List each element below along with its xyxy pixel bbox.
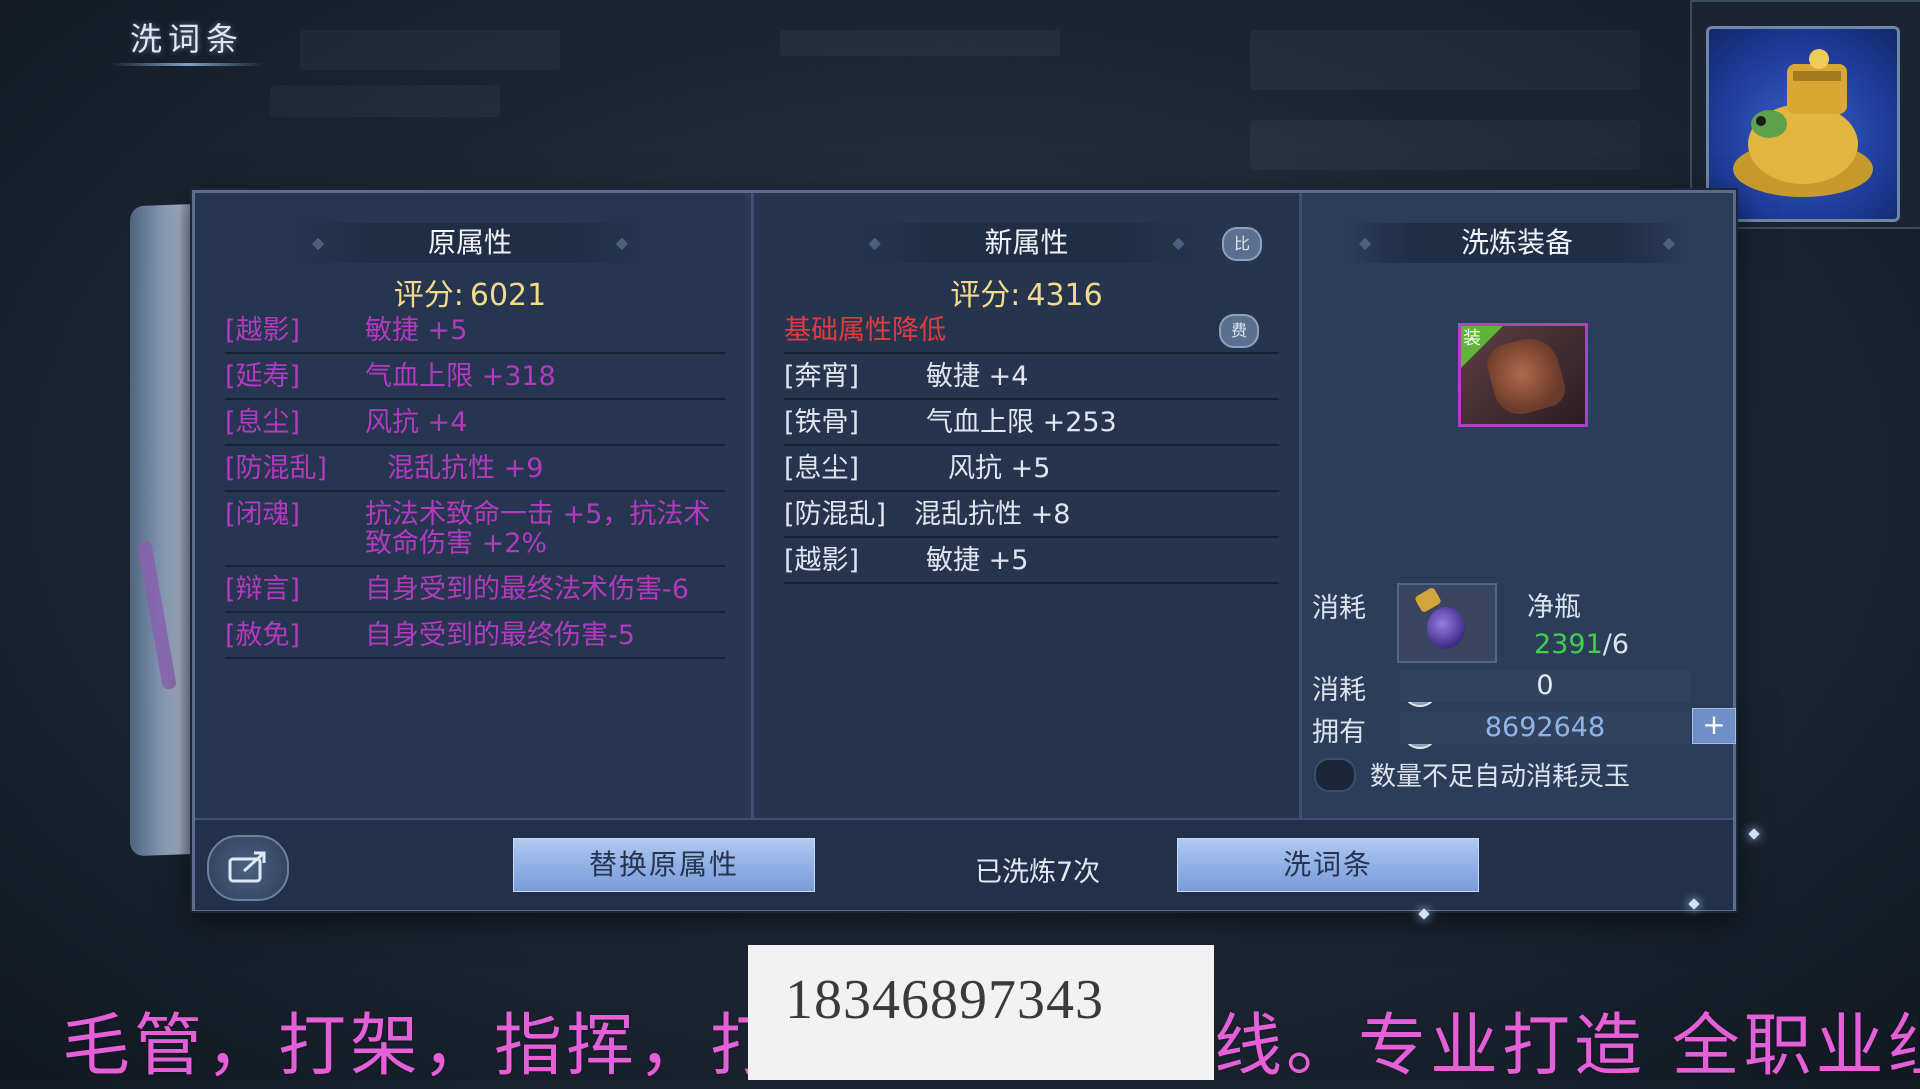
attribute-value: 混乱抗性 +9: [387, 453, 544, 484]
original-attribute-list: [越影] 敏捷 +5 [延寿] 气血上限 +318 [息尘] 风抗 +4 [防混…: [225, 308, 725, 659]
vase-icon: [1427, 607, 1465, 649]
new-attributes-column: 新属性 比 评分:4316 基础属性降低 费 [奔宵] 敏捷 +4 [铁骨] 气…: [751, 193, 1299, 818]
attribute-row: [奔宵] 敏捷 +4: [784, 354, 1279, 400]
attribute-row: [越影] 敏捷 +5: [225, 308, 725, 354]
attribute-row: [防混乱] 混乱抗性 +8: [784, 492, 1279, 538]
material-amount: 2391/6: [1534, 629, 1629, 660]
attribute-value: 混乱抗性 +8: [914, 499, 1071, 530]
auto-consume-label: 数量不足自动消耗灵玉: [1370, 762, 1631, 792]
attribute-value: 气血上限 +253: [926, 407, 1117, 438]
equipment-slot[interactable]: 装: [1458, 323, 1588, 427]
attribute-row: [辩言] 自身受到的最终法术伤害-6: [225, 567, 725, 613]
material-item[interactable]: [1397, 583, 1497, 663]
attribute-tag: [息尘]: [784, 453, 860, 484]
background-bar: [270, 85, 500, 117]
attribute-value: 风抗 +4: [365, 407, 468, 438]
currency-cost-label: 消耗: [1312, 675, 1366, 706]
wash-panel: 原属性 评分:6021 [越影] 敏捷 +5 [延寿] 气血上限 +318 [息…: [192, 190, 1736, 911]
attribute-tag: [防混乱]: [225, 453, 328, 484]
material-have: 2391: [1534, 629, 1603, 660]
add-currency-button[interactable]: +: [1692, 708, 1736, 744]
attribute-row: [闭魂] 抗法术致命一击 +5，抗法术致命伤害 +2%: [225, 492, 725, 567]
base-stat-warning: 基础属性降低: [784, 315, 946, 346]
new-attribute-list: 基础属性降低 费 [奔宵] 敏捷 +4 [铁骨] 气血上限 +253 [息尘] …: [784, 308, 1279, 584]
new-attributes-header: 新属性: [856, 223, 1197, 263]
attribute-tag: [奔宵]: [784, 361, 860, 392]
attribute-value: 敏捷 +5: [926, 545, 1029, 576]
equipment-header: 洗炼装备: [1347, 223, 1687, 263]
window-title: 洗词条: [109, 14, 265, 66]
attribute-row: [防混乱] 混乱抗性 +9: [225, 446, 725, 492]
attribute-tag: [铁骨]: [784, 407, 860, 438]
attribute-value: 气血上限 +318: [365, 361, 556, 392]
background-bar: [300, 30, 560, 70]
share-icon[interactable]: [207, 835, 289, 901]
auto-consume-toggle[interactable]: [1314, 758, 1356, 792]
replace-attributes-button[interactable]: 替换原属性: [513, 838, 815, 892]
attribute-tag: [赦免]: [225, 620, 301, 651]
attribute-tag: [辩言]: [225, 574, 301, 605]
attribute-tag: [息尘]: [225, 407, 301, 438]
attribute-value: 自身受到的最终法术伤害-6: [365, 574, 689, 605]
phone-number: 18346897343: [785, 969, 1104, 1031]
attribute-value: 敏捷 +5: [365, 315, 468, 346]
bottom-bar: 替换原属性 已洗炼7次 洗词条: [195, 818, 1733, 910]
attribute-tag: [延寿]: [225, 361, 301, 392]
cost-info-icon[interactable]: 费: [1219, 314, 1259, 348]
attribute-row: [延寿] 气血上限 +318: [225, 354, 725, 400]
attribute-tag: [防混乱]: [784, 499, 887, 530]
attribute-row: [赦免] 自身受到的最终伤害-5: [225, 613, 725, 659]
original-attributes-header: 原属性: [300, 223, 640, 263]
equipment-column: 洗炼装备 装 消耗 净瓶 2391/6 消耗 0 拥有 8692648 + 数量…: [1299, 193, 1736, 818]
attribute-value: 抗法术致命一击 +5，抗法术致命伤害 +2%: [365, 499, 711, 559]
attribute-value: 自身受到的最终伤害-5: [365, 620, 635, 651]
material-name: 净瓶: [1527, 592, 1581, 623]
equip-badge-label: 装: [1463, 328, 1481, 349]
attribute-row: [铁骨] 气血上限 +253: [784, 400, 1279, 446]
wash-button[interactable]: 洗词条: [1177, 838, 1479, 892]
attribute-row: [越影] 敏捷 +5: [784, 538, 1279, 584]
attribute-row: [息尘] 风抗 +5: [784, 446, 1279, 492]
original-attributes-column: 原属性 评分:6021 [越影] 敏捷 +5 [延寿] 气血上限 +318 [息…: [195, 193, 745, 818]
currency-cost-value: 0: [1400, 670, 1690, 702]
own-label: 拥有: [1312, 717, 1366, 748]
book-spine: [130, 203, 200, 857]
attribute-tag: [越影]: [225, 315, 301, 346]
background-bar: [1250, 30, 1640, 90]
sparkle: [1748, 828, 1760, 840]
material-need: /6: [1602, 629, 1629, 660]
attribute-tag: [闭魂]: [225, 499, 301, 530]
attribute-tag: [越影]: [784, 545, 860, 576]
material-cost-label: 消耗: [1312, 593, 1366, 624]
background-bar: [780, 30, 1060, 56]
attribute-value: 风抗 +5: [948, 453, 1051, 484]
base-stat-warning-row: 基础属性降低 费: [784, 308, 1279, 354]
own-amount: 8692648: [1400, 712, 1690, 744]
attribute-row: [息尘] 风抗 +4: [225, 400, 725, 446]
attribute-value: 敏捷 +4: [926, 361, 1029, 392]
background-bar: [1250, 120, 1640, 170]
wash-count: 已洗炼7次: [975, 857, 1101, 888]
compare-icon[interactable]: 比: [1222, 227, 1262, 261]
